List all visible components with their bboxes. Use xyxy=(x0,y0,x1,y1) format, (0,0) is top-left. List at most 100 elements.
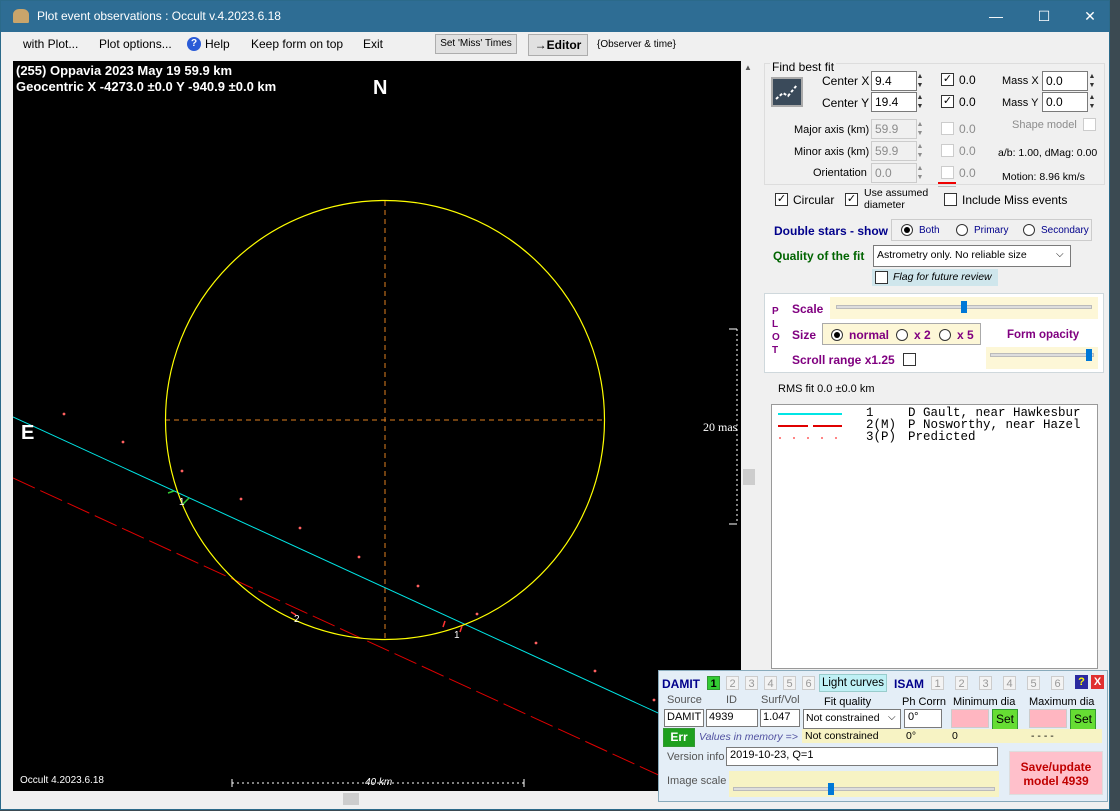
isam-model-2[interactable]: 2 xyxy=(955,676,968,690)
major-axis-checkbox[interactable] xyxy=(941,122,954,135)
minimize-icon[interactable]: — xyxy=(981,6,1011,26)
maximize-icon[interactable]: ☐ xyxy=(1029,6,1059,26)
help-button[interactable]: ? xyxy=(1075,675,1088,689)
plot-area[interactable]: (255) Oppavia 2023 May 19 59.9 km Geocen… xyxy=(13,61,741,791)
orientation-spinner-icon[interactable]: ▲ ▼ xyxy=(914,164,926,184)
opacity-slider-thumb[interactable] xyxy=(1086,349,1092,361)
orientation-checkbox[interactable] xyxy=(941,166,954,179)
version-info-field[interactable]: 2019-10-23, Q=1 xyxy=(726,747,998,766)
damit-model-4[interactable]: 4 xyxy=(764,676,777,690)
center-y-spinner-icon[interactable]: ▲ ▼ xyxy=(914,93,926,113)
menu-exit[interactable]: Exit xyxy=(363,37,383,51)
damit-model-5[interactable]: 5 xyxy=(783,676,796,690)
damit-model-6[interactable]: 6 xyxy=(802,676,815,690)
scale-slider[interactable] xyxy=(830,297,1098,319)
minor-axis-input[interactable]: 59.9 xyxy=(871,141,917,161)
source-field[interactable]: DAMIT xyxy=(664,709,704,727)
opacity-slider[interactable] xyxy=(986,347,1098,369)
center-x-label: Center X xyxy=(822,74,870,88)
set-miss-times-button[interactable]: Set 'Miss' Times xyxy=(435,34,517,54)
size-x2-radio[interactable] xyxy=(896,329,908,341)
menu-help[interactable]: Help xyxy=(205,37,230,51)
mass-x-label: Mass X xyxy=(1002,75,1039,87)
help-icon[interactable]: ? xyxy=(187,37,201,51)
isam-model-4[interactable]: 4 xyxy=(1003,676,1016,690)
center-y-value: 0.0 xyxy=(959,95,976,109)
horizontal-scrollbar[interactable] xyxy=(13,791,657,807)
min-dia-set-button[interactable]: Set xyxy=(992,709,1018,730)
scroll-range-checkbox[interactable] xyxy=(903,353,916,366)
center-y-input[interactable]: 19.4 xyxy=(871,92,917,112)
chevron-down-icon: ⌵ xyxy=(1056,249,1064,260)
best-fit-icon[interactable] xyxy=(771,77,803,107)
center-x-checkbox[interactable]: ✓ xyxy=(941,73,954,86)
damit-label: DAMIT xyxy=(662,677,700,691)
max-dia-set-button[interactable]: Set xyxy=(1070,709,1096,730)
observer-time-label: {Observer & time} xyxy=(597,39,676,50)
size-x5-radio[interactable] xyxy=(939,329,951,341)
version-info-label: Version info xyxy=(667,751,725,763)
center-x-input[interactable]: 9.4 xyxy=(871,71,917,91)
menu-keep-on-top[interactable]: Keep form on top xyxy=(251,37,343,51)
quality-dropdown[interactable]: Astrometry only. No reliable size ⌵ xyxy=(873,245,1071,267)
isam-model-3[interactable]: 3 xyxy=(979,676,992,690)
menu-with-plot[interactable]: with Plot... xyxy=(23,37,78,51)
fit-quality-dropdown[interactable]: Not constrained ⌵ xyxy=(803,709,901,729)
size-normal-label: normal xyxy=(849,328,890,342)
major-axis-input[interactable]: 59.9 xyxy=(871,119,917,139)
mass-x-spinner-icon[interactable]: ▲ ▼ xyxy=(1086,72,1098,92)
minor-axis-spinner-icon[interactable]: ▲ ▼ xyxy=(914,142,926,162)
flag-review-label: Flag for future review xyxy=(893,271,992,283)
mass-y-input[interactable]: 0.0 xyxy=(1042,92,1088,112)
flag-review-checkbox[interactable] xyxy=(875,271,888,284)
include-miss-checkbox[interactable] xyxy=(944,193,957,206)
damit-model-2[interactable]: 2 xyxy=(726,676,739,690)
surf-vol-label: Surf/Vol xyxy=(761,694,800,706)
double-stars-label: Double stars - show xyxy=(774,224,889,238)
scroll-up-icon[interactable]: ▲ xyxy=(744,63,752,72)
circular-checkbox[interactable]: ✓ xyxy=(775,193,788,206)
light-curves-button[interactable]: Light curves xyxy=(819,674,887,692)
err-button[interactable]: Err xyxy=(663,728,695,747)
image-scale-thumb[interactable] xyxy=(828,783,834,795)
scrollbar-thumb[interactable] xyxy=(743,469,755,485)
close-icon[interactable]: ✕ xyxy=(1075,6,1105,26)
plot-geocentric: Geocentric X -4273.0 ±0.0 Y -940.9 ±0.0 … xyxy=(16,79,277,94)
center-x-spinner-icon[interactable]: ▲ ▼ xyxy=(914,72,926,92)
isam-model-5[interactable]: 5 xyxy=(1027,676,1040,690)
assumed-diameter-checkbox[interactable]: ✓ xyxy=(845,193,858,206)
orientation-input[interactable]: 0.0 xyxy=(871,163,917,183)
save-update-model-button[interactable]: Save/update model 4939 xyxy=(1009,751,1103,795)
surf-vol-field[interactable]: 1.047 xyxy=(760,709,800,727)
damit-model-3[interactable]: 3 xyxy=(745,676,758,690)
both-radio[interactable] xyxy=(901,224,913,236)
min-dia-field[interactable] xyxy=(951,709,989,728)
scale-slider-thumb[interactable] xyxy=(961,301,967,313)
mass-y-spinner-icon[interactable]: ▲ ▼ xyxy=(1086,93,1098,113)
plot-title: (255) Oppavia 2023 May 19 59.9 km xyxy=(16,63,233,78)
hscrollbar-thumb[interactable] xyxy=(343,793,359,805)
close-panel-button[interactable]: X xyxy=(1091,675,1104,689)
mass-x-input[interactable]: 0.0 xyxy=(1042,71,1088,91)
app-icon xyxy=(13,9,29,23)
secondary-radio[interactable] xyxy=(1023,224,1035,236)
menu-plot-options[interactable]: Plot options... xyxy=(99,37,172,51)
id-field[interactable]: 4939 xyxy=(706,709,758,727)
isam-model-6[interactable]: 6 xyxy=(1051,676,1064,690)
scale-km-label: 40 km xyxy=(365,777,393,788)
shape-model-label: Shape model xyxy=(1012,119,1077,131)
damit-model-1[interactable]: 1 xyxy=(707,676,720,690)
major-axis-value: 0.0 xyxy=(959,122,976,136)
shape-model-checkbox[interactable] xyxy=(1083,118,1096,131)
center-y-checkbox[interactable]: ✓ xyxy=(941,95,954,108)
values-memory-label: Values in memory => xyxy=(699,731,798,743)
size-normal-radio[interactable] xyxy=(831,329,843,341)
max-dia-field[interactable] xyxy=(1029,709,1067,728)
ph-corrn-field[interactable]: 0° xyxy=(904,709,942,728)
isam-model-1[interactable]: 1 xyxy=(931,676,944,690)
primary-radio[interactable] xyxy=(956,224,968,236)
editor-button[interactable]: →Editor xyxy=(528,34,588,56)
image-scale-slider[interactable] xyxy=(729,771,999,797)
major-axis-spinner-icon[interactable]: ▲ ▼ xyxy=(914,120,926,140)
minor-axis-checkbox[interactable] xyxy=(941,144,954,157)
